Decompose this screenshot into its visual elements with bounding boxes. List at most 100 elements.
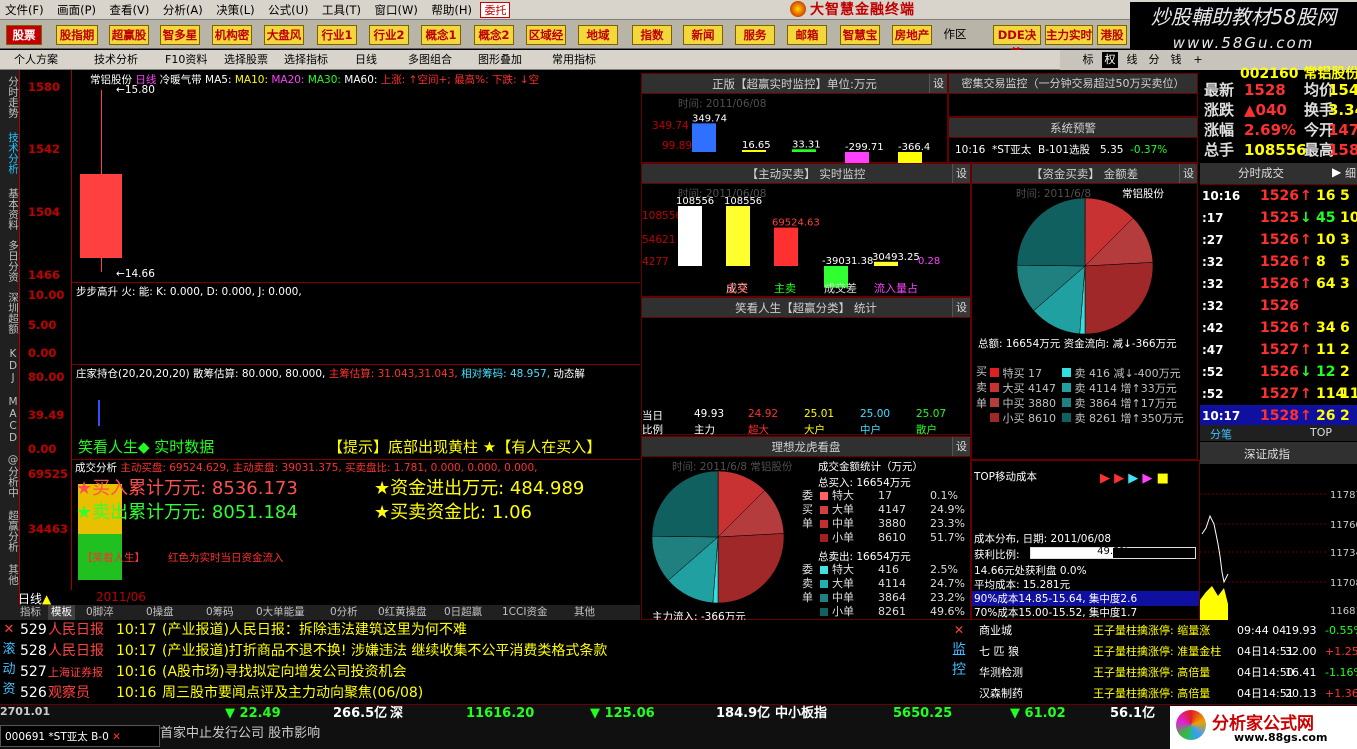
tb-tech-analysis[interactable]: 技术分析 [94,50,138,70]
btab-8[interactable]: 1CCI资金 [502,605,547,620]
nav-super-win[interactable]: 超赢股 [109,25,149,45]
cost-flag-icon-3[interactable]: ▶ [1128,471,1138,486]
menu-window[interactable]: 窗口(W) [369,0,422,20]
news-close-icon[interactable]: ✕ [0,620,18,640]
trades-tab-top[interactable]: TOP [1310,426,1332,439]
smile-settings-button[interactable]: 设 [952,298,970,317]
trade-row[interactable]: :52 1526 ↓ 12 2 [1200,361,1357,383]
active-settings-button[interactable]: 设 [952,164,970,183]
tool-plus-icon[interactable]: + [1190,52,1206,68]
nav-index[interactable]: 指数 [632,25,672,45]
menu-file[interactable]: 文件(F) [0,0,49,20]
menu-help[interactable]: 帮助(H) [426,0,477,20]
nav-stock[interactable]: 股票 [6,25,42,45]
nav-index-futures[interactable]: 股指期 [56,25,98,45]
tb-overlay[interactable]: 图形叠加 [478,50,522,70]
btab-5[interactable]: 0分析 [330,605,358,620]
sidetab-tech[interactable]: 技术分析 [1,132,19,174]
nav-industry2[interactable]: 行业2 [369,25,409,45]
menu-tools[interactable]: 工具(T) [317,0,366,20]
cost-flag-icon-2[interactable]: ▶ [1114,471,1124,486]
sidetab-sz-excess[interactable]: 深圳超额 [1,292,19,334]
tb-daily[interactable]: 日线 [355,50,377,70]
alert-item[interactable]: 商业城 王子量柱擒涨停: 缩量涨 09:44 0419.93 -0.55% [975,620,1357,641]
tb-select-stock[interactable]: 选择股票 [224,50,268,70]
menu-screen[interactable]: 画面(P) [52,0,101,20]
nav-institution[interactable]: 机构密 [212,25,252,45]
btab-3[interactable]: 0筹码 [206,605,234,620]
nav-market-wind[interactable]: 大盘风 [264,25,304,45]
trade-row[interactable]: :47 1527 ↑ 11 2 [1200,339,1357,361]
alert-item[interactable]: 七 匹 狼王子量柱擒涨停: 准量金柱04日14:5132.00+1.25% [975,641,1357,662]
trade-row[interactable]: :32 1526 ↑ 8 5 [1200,251,1357,273]
nav-work-area[interactable]: 作区 [940,25,970,45]
realtime-settings-button[interactable]: 设 [929,74,947,93]
alert-item[interactable]: 华测检测王子量柱擒涨停: 高倍量04日14:5016.41-1.16% [975,662,1357,683]
sidetab-superwin[interactable]: 超赢分析 [1,510,19,552]
nav-concept2[interactable]: 概念2 [474,25,514,45]
status-sz-label[interactable]: 深 [390,705,403,723]
nav-hk[interactable]: 港股 [1097,25,1127,45]
sidetab-multiday[interactable]: 多日分资 [1,240,19,282]
status-ticker[interactable]: 000691 *ST亚太 B-0 ✕ [0,725,160,747]
btab-indicator[interactable]: 指标 [20,605,41,620]
nav-service[interactable]: 服务 [735,25,775,45]
cost-flag-icon-1[interactable]: ▶ [1100,471,1110,486]
trade-row[interactable]: :32 1526 ↑ 64 3 [1200,273,1357,295]
fund-settings-button[interactable]: 设 [1179,164,1197,183]
trades-arrow-icon[interactable]: ▶ [1332,165,1341,179]
tool-money-icon[interactable]: 钱 [1168,52,1184,68]
trade-row[interactable]: 10:17 1528 ↑ 26 2 [1200,405,1357,427]
btab-7[interactable]: 0日超赢 [444,605,482,620]
trust-button[interactable]: 委托 [480,2,511,18]
sidetab-other[interactable]: 其他 [1,564,19,585]
btab-other[interactable]: 其他 [574,605,595,620]
dragon-settings-button[interactable]: 设 [952,437,970,456]
status-bottom-news[interactable]: 首家中止发行公司 股市影响 [160,725,320,743]
menu-analysis[interactable]: 分析(A) [158,0,208,20]
nav-region-econ[interactable]: 区域经 [526,25,566,45]
sidetab-intraday[interactable]: 分时走势 [1,76,19,118]
cost-flag-icon-4[interactable]: ▶ [1142,471,1152,486]
alarm-row[interactable]: 10:16 *ST亚太 B-101选股 5.35 -0.37% [955,142,1167,157]
tool-line-icon[interactable]: 线 [1124,52,1140,68]
nav-region[interactable]: 地域 [578,25,618,45]
btab-1[interactable]: 0脚淬 [86,605,114,620]
tool-right-icon[interactable]: 权 [1102,52,1118,68]
nav-dde[interactable]: DDE决策 [993,25,1041,60]
menu-decision[interactable]: 决策(L) [211,0,259,20]
trade-row[interactable]: :52 1527 ↑ 114 11 [1200,383,1357,405]
nav-smart-star[interactable]: 智多星 [160,25,200,45]
tool-mark-icon[interactable]: 标 [1080,52,1096,68]
nav-news[interactable]: 新闻 [683,25,723,45]
btab-template[interactable]: 模板 [48,605,75,620]
tb-common-indicators[interactable]: 常用指标 [552,50,596,70]
tb-multi-chart[interactable]: 多图组合 [408,50,452,70]
trade-row[interactable]: :42 1526 ↑ 34 6 [1200,317,1357,339]
trades-detail-tab[interactable]: 细 [1345,165,1356,181]
nav-real-estate[interactable]: 房地产 [892,25,932,45]
alert-close-icon[interactable]: ✕ [945,620,973,640]
trade-row[interactable]: :27 1526 ↑ 10 3 [1200,229,1357,251]
trade-row[interactable]: :17 1525 ↓ 45 10 [1200,207,1357,229]
sidetab-macd[interactable]: MACD [1,396,19,444]
sidetab-analysis[interactable]: @分析中 [1,454,19,498]
trade-row[interactable]: 10:16 1526 ↑ 16 5 [1200,185,1357,207]
btab-4[interactable]: 0大单能量 [256,605,305,620]
nav-wisdom[interactable]: 智慧宝 [840,25,880,45]
nav-mailbox[interactable]: 邮箱 [787,25,827,45]
btab-2[interactable]: 0操盘 [146,605,174,620]
nav-concept1[interactable]: 概念1 [421,25,461,45]
nav-industry1[interactable]: 行业1 [317,25,357,45]
tool-split-icon[interactable]: 分 [1146,52,1162,68]
nav-main-realtime[interactable]: 主力实时 [1045,25,1093,45]
tb-f10[interactable]: F10资料 [165,50,207,70]
status-smb-label[interactable]: 中小板指 [775,705,827,723]
tb-personal-plan[interactable]: 个人方案 [14,50,58,70]
menu-formula[interactable]: 公式(U) [263,0,313,20]
cost-note-icon[interactable]: ■ [1157,471,1169,486]
sidetab-basic[interactable]: 基本资料 [1,188,19,230]
sidetab-kdj[interactable]: KDJ [1,348,19,384]
btab-6[interactable]: 0红黄操盘 [378,605,427,620]
trade-row[interactable]: :32 1526 [1200,295,1357,317]
